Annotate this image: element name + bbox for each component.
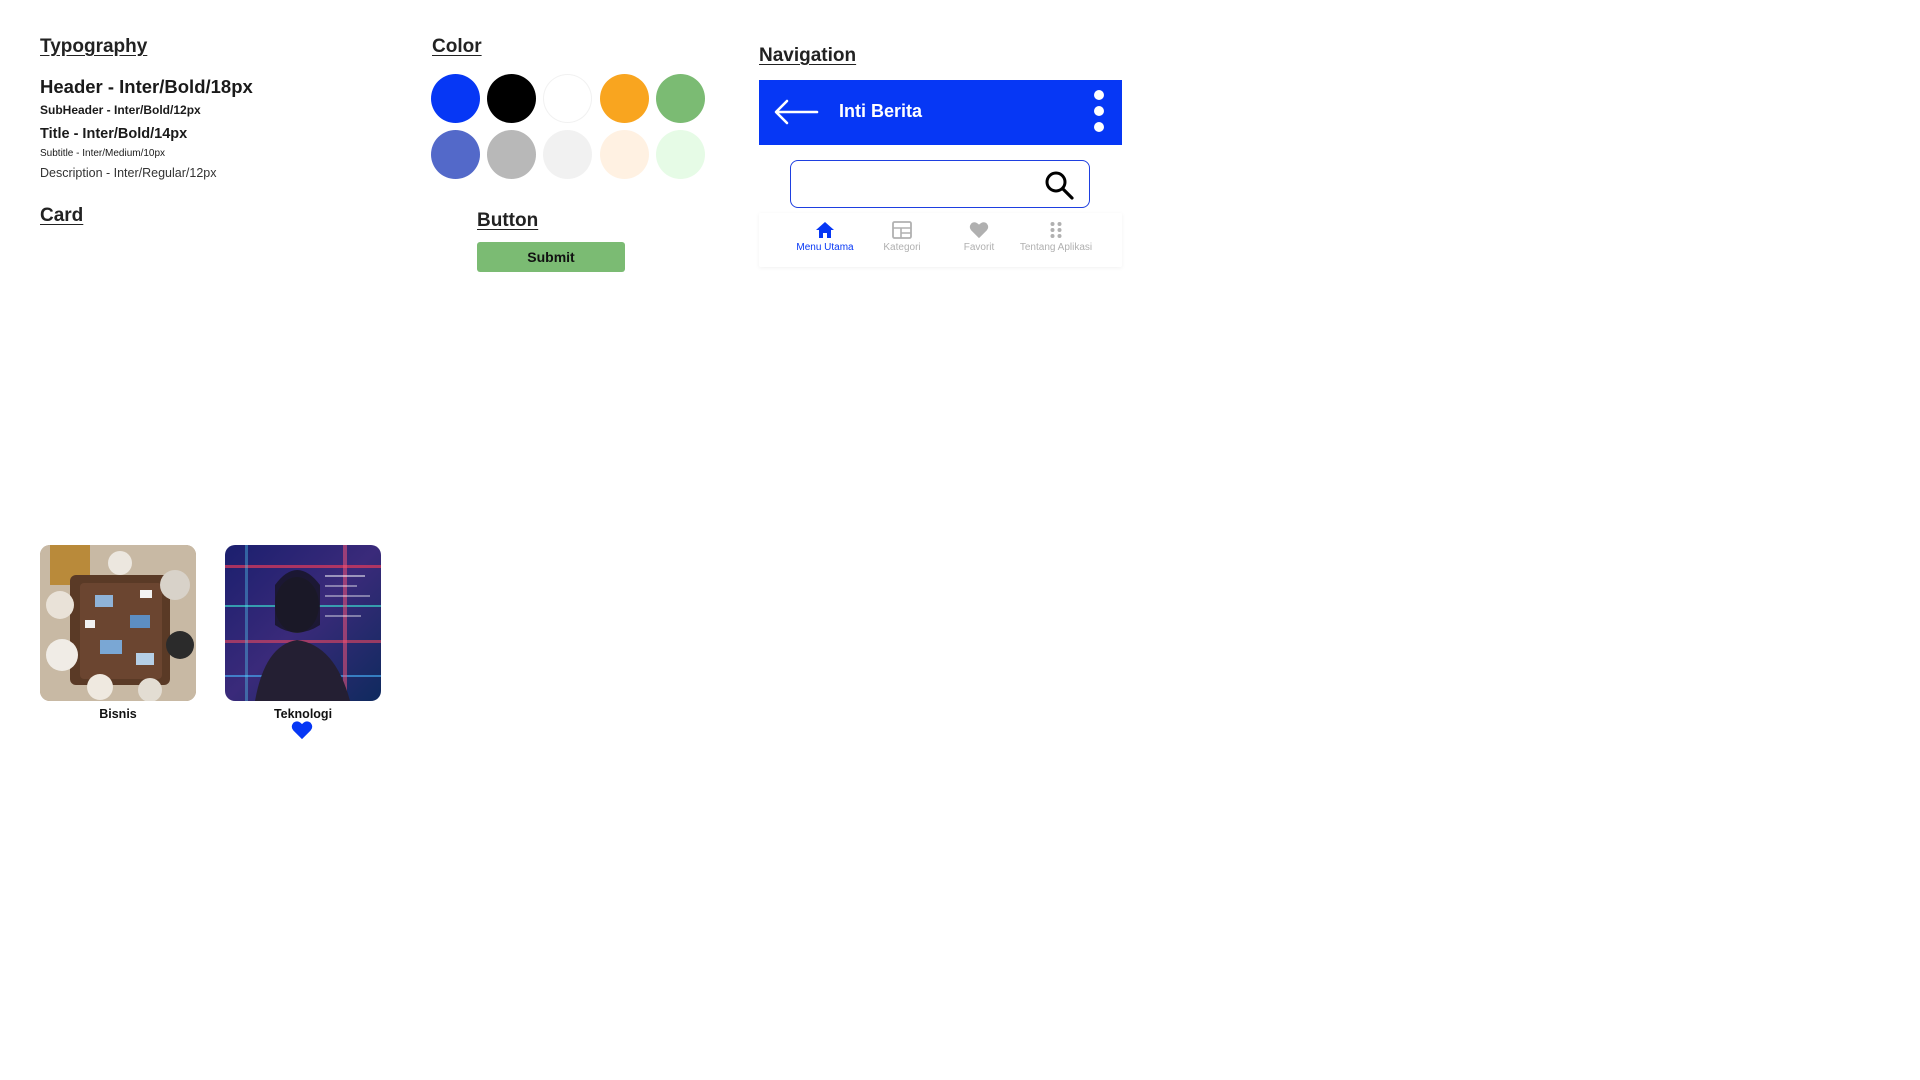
card-label: Teknologi [273,707,333,721]
app-bar-title: Inti Berita [839,101,923,121]
search-icon[interactable] [1043,169,1075,201]
business-meeting-image [40,545,196,701]
typography-description-sample: Description - Inter/Regular/12px [40,166,217,180]
category-icon [892,221,912,239]
card-teknologi[interactable]: Teknologi [225,545,381,721]
swatch-light-gray [543,130,592,179]
color-section-title: Color [432,36,482,57]
home-icon [816,222,834,238]
typography-title-sample: Title - Inter/Bold/14px [40,126,188,142]
nav-item-tentang-aplikasi[interactable]: Tentang Aplikasi [1011,219,1101,265]
typography-subheader-sample: SubHeader - Inter/Bold/12px [40,103,201,117]
swatch-soft-blue [431,130,480,179]
bottom-navigation: Menu Utama Kategori Favorit Tentang Apli… [759,213,1122,267]
swatch-mint [656,130,705,179]
swatch-gray [487,130,536,179]
typography-section-title: Typography [40,36,148,57]
search-field[interactable] [790,160,1090,208]
card-label: Bisnis [99,707,137,721]
swatch-black [487,74,536,123]
card-bisnis[interactable]: Bisnis [40,545,196,721]
swatch-cream [600,130,649,179]
card-section-title: Card [40,205,84,226]
apps-icon [1050,222,1062,238]
nav-label: Tentang Aplikasi [1019,242,1093,253]
button-section-title: Button [477,210,539,231]
technology-image [225,545,381,701]
heart-icon [969,222,989,239]
more-vert-icon[interactable] [1092,90,1106,136]
typography-header-sample: Header - Inter/Bold/18px [40,76,253,97]
swatch-orange [600,74,649,123]
back-arrow-icon[interactable] [773,99,819,125]
swatch-white [543,74,592,123]
search-input[interactable] [801,169,1035,201]
typography-subtitle-sample: Subtitle - Inter/Medium/10px [40,148,166,159]
swatch-green [656,74,705,123]
favorite-heart-icon[interactable] [291,720,313,740]
submit-button[interactable]: Submit [477,242,625,272]
app-bar: Inti Berita [759,80,1122,145]
swatch-primary-blue [431,74,480,123]
navigation-section-title: Navigation [759,45,857,66]
